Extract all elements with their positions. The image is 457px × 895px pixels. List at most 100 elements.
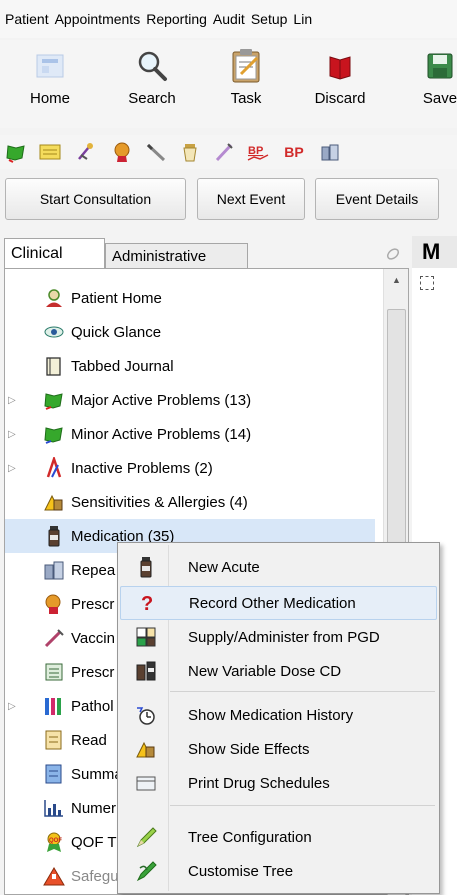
tree-item-tabbed-journal[interactable]: Tabbed Journal: [5, 349, 375, 383]
svg-text:BP: BP: [248, 145, 263, 157]
pin-icon[interactable]: [385, 246, 401, 262]
repeat-meds-icon[interactable]: [318, 140, 342, 164]
menu-item-label: Record Other Medication: [189, 594, 356, 612]
tree-item-label: Prescr: [71, 663, 115, 681]
menu-item-new-acute[interactable]: New Acute: [120, 550, 437, 584]
tree-item-label: QOF T: [71, 833, 117, 851]
customise-tree-icon: [134, 859, 158, 883]
event-details-button[interactable]: Event Details: [315, 178, 439, 220]
menu-item-new-variable-dose-cd[interactable]: New Variable Dose CD: [120, 654, 437, 688]
tab-clinical[interactable]: Clinical: [4, 238, 105, 268]
menu-item-label: Tree Configuration: [188, 828, 312, 846]
tree-item-label: Patient Home: [71, 289, 162, 307]
menu-item-show-side-effects[interactable]: Show Side Effects: [120, 732, 437, 766]
allergy-icon: [43, 491, 65, 513]
side-effects-icon: [134, 737, 158, 761]
discard-button[interactable]: Discard: [300, 46, 380, 107]
bp-chart-icon[interactable]: BP: [246, 140, 270, 164]
expand-arrow-icon[interactable]: ▷: [8, 429, 16, 440]
tab-administrative[interactable]: Administrative: [105, 243, 248, 268]
expand-arrow-icon[interactable]: ▷: [8, 463, 16, 474]
tree-item-label: Major Active Problems (13): [71, 391, 252, 409]
magnifier-icon: [132, 46, 172, 86]
menu-item-tree-configuration[interactable]: Tree Configuration: [120, 820, 437, 854]
pgd-icon: [134, 625, 158, 649]
tree-item-label: Numer: [71, 799, 117, 817]
menu-item-customise-tree[interactable]: Customise Tree: [120, 854, 437, 888]
main-toolbar: Home Search Task Discard Save: [0, 40, 457, 128]
home-icon: [30, 46, 70, 86]
tree-item-label: Tabbed Journal: [71, 357, 174, 375]
tree-item-quick-glance[interactable]: Quick Glance: [5, 315, 375, 349]
menu-item-show-medication-history[interactable]: Show Medication History: [120, 698, 437, 732]
problem-book-icon[interactable]: [4, 140, 28, 164]
task-label: Task: [230, 90, 262, 107]
repeat-templates-icon: [43, 559, 65, 581]
menu-item-label: Show Medication History: [188, 706, 354, 724]
tree-item-sensitivities-allergies[interactable]: Sensitivities & Allergies (4): [5, 485, 375, 519]
menu-audit[interactable]: Audit: [213, 11, 245, 27]
allergy-icon[interactable]: [110, 140, 134, 164]
safeguarding-icon: [43, 865, 65, 887]
summary-icon: [43, 763, 65, 785]
scroll-up-arrow-icon[interactable]: ▲: [384, 269, 409, 291]
vaccination-icon: [43, 627, 65, 649]
menu-item-label: Show Side Effects: [188, 740, 310, 758]
menu-item-print-drug-schedules[interactable]: Print Drug Schedules: [120, 766, 437, 800]
floppy-disk-icon: [420, 46, 457, 86]
bp-icon[interactable]: BP: [282, 140, 306, 164]
envelope-icon[interactable]: [38, 140, 62, 164]
menu-item-record-other-medication[interactable]: ? Record Other Medication: [120, 586, 437, 620]
home-label: Home: [29, 90, 70, 107]
menu-item-label: New Acute: [188, 558, 260, 576]
menu-setup[interactable]: Setup: [251, 11, 288, 27]
tree-item-inactive-problems[interactable]: ▷ Inactive Problems (2): [5, 451, 375, 485]
tree-item-patient-home[interactable]: Patient Home: [5, 281, 375, 315]
menu-links[interactable]: Lin: [293, 11, 312, 27]
start-consultation-button[interactable]: Start Consultation: [5, 178, 186, 220]
medication-context-menu: New Acute ? Record Other Medication Supp…: [117, 542, 440, 894]
syringe-icon[interactable]: [212, 140, 236, 164]
pen-icon[interactable]: [144, 140, 168, 164]
save-button[interactable]: Save: [400, 46, 457, 107]
menu-item-label: Customise Tree: [188, 862, 294, 880]
tree-item-label: Read: [71, 731, 107, 749]
search-button[interactable]: Search: [112, 46, 192, 107]
tree-item-label: Summa: [71, 765, 123, 783]
menu-appointments[interactable]: Appointments: [55, 11, 141, 27]
tree-item-label: Prescr: [71, 595, 115, 613]
next-event-button[interactable]: Next Event: [197, 178, 305, 220]
menu-item-label: New Variable Dose CD: [188, 662, 342, 680]
tree-item-major-problems[interactable]: ▷ Major Active Problems (13): [5, 383, 375, 417]
medication-bottle-icon: [43, 525, 65, 547]
bp-tool-icon[interactable]: [74, 140, 98, 164]
discard-label: Discard: [314, 90, 366, 107]
detail-checkbox[interactable]: [420, 276, 434, 290]
menu-item-label: Print Drug Schedules: [188, 774, 330, 792]
search-label: Search: [128, 90, 176, 107]
read-codes-icon: [43, 729, 65, 751]
tree-item-label: Inactive Problems (2): [71, 459, 213, 477]
question-mark-icon: ?: [135, 591, 159, 615]
patient-home-icon: [43, 287, 65, 309]
svg-text:QOF: QOF: [49, 838, 62, 844]
menu-reporting[interactable]: Reporting: [146, 11, 207, 27]
consultation-actions: Start Consultation Next Event Event Deta…: [0, 178, 457, 228]
home-button[interactable]: Home: [10, 46, 90, 107]
expand-arrow-icon[interactable]: ▷: [8, 395, 16, 406]
task-button[interactable]: Task: [206, 46, 286, 107]
qof-icon: QOF: [43, 831, 65, 853]
menu-item-supply-administer-pgd[interactable]: Supply/Administer from PGD: [120, 620, 437, 654]
minor-problems-icon: [43, 423, 65, 445]
print-schedule-icon: [134, 771, 158, 795]
tree-item-label: Quick Glance: [71, 323, 162, 341]
tree-item-label: Vaccin: [71, 629, 115, 647]
medication-bottle-icon: [134, 555, 158, 579]
major-problems-icon: [43, 389, 65, 411]
variable-dose-icon: [134, 659, 158, 683]
menu-patient[interactable]: Patient: [5, 11, 49, 27]
expand-arrow-icon[interactable]: ▷: [8, 701, 16, 712]
bottle-icon[interactable]: [178, 140, 202, 164]
tree-item-minor-problems[interactable]: ▷ Minor Active Problems (14): [5, 417, 375, 451]
clipboard-icon: [226, 46, 266, 86]
